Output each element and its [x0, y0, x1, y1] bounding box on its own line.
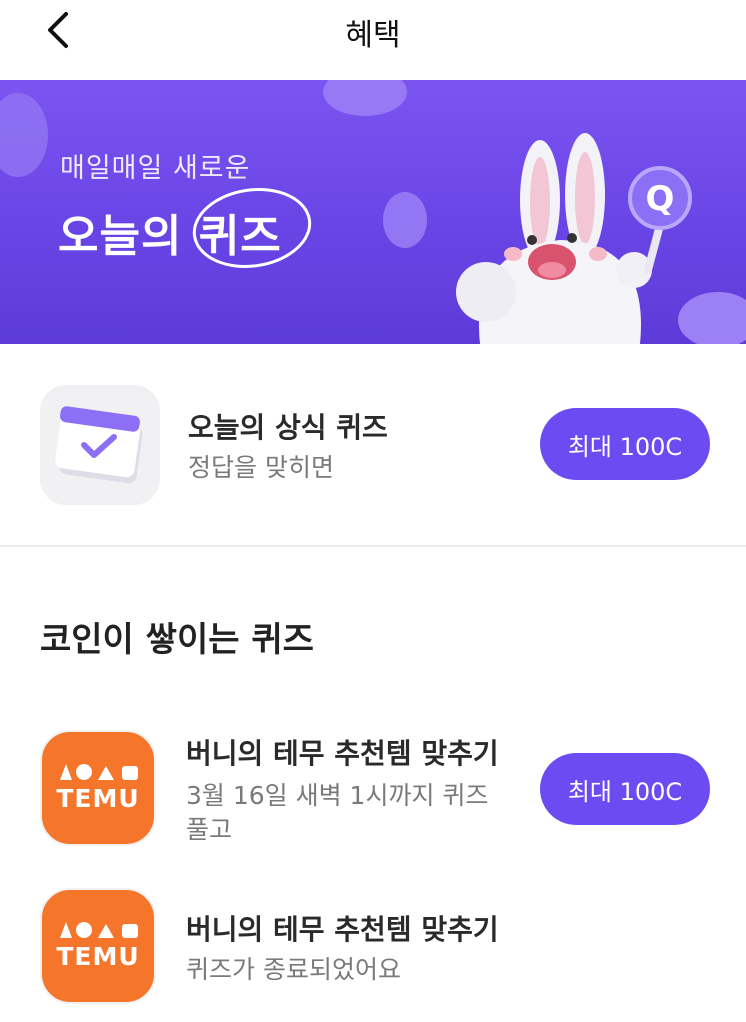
- daily-quiz-subtitle: 정답을 맞히면: [188, 453, 334, 482]
- quiz-banner[interactable]: Q 매일매일 새로운 오늘의 퀴즈: [0, 80, 746, 344]
- daily-quiz-row[interactable]: 오늘의 상식 퀴즈 정답을 맞히면 최대 100C: [0, 344, 746, 544]
- quiz-item-subtitle: 3월 16일 새벽 1시까지 퀴즈: [186, 781, 489, 810]
- coin-decoration: [0, 93, 48, 177]
- section-divider: [0, 545, 746, 547]
- temu-product-icons: [60, 764, 138, 780]
- quiz-item-status: 퀴즈가 종료되었어요: [186, 955, 401, 984]
- quiz-item-title: 버니의 테무 추천템 맞추기: [186, 737, 499, 770]
- section-title: 코인이 쌓이는 퀴즈: [40, 620, 314, 660]
- coin-decoration: [678, 292, 746, 344]
- calendar-check-icon: [40, 385, 160, 505]
- coin-decoration: [323, 80, 407, 116]
- page-title: 혜택: [345, 18, 401, 53]
- banner-subtitle: 매일매일 새로운: [60, 153, 251, 184]
- quiz-item-subtitle: 풀고: [186, 815, 233, 844]
- banner-title: 오늘의 퀴즈: [58, 211, 282, 262]
- temu-logo: TEMU: [40, 730, 156, 846]
- top-bar: 혜택: [0, 0, 746, 80]
- daily-quiz-reward-button[interactable]: 최대 100C: [540, 408, 710, 480]
- svg-text:Q: Q: [646, 179, 675, 219]
- temu-product-icons: [60, 922, 138, 938]
- daily-quiz-title: 오늘의 상식 퀴즈: [188, 411, 388, 444]
- quiz-item-title: 버니의 테무 추천템 맞추기: [186, 913, 499, 946]
- quiz-reward-button[interactable]: 최대 100C: [540, 753, 710, 825]
- coin-decoration: [383, 192, 427, 248]
- temu-logo: TEMU: [40, 888, 156, 1004]
- rabbit-mascot: Q: [456, 133, 692, 344]
